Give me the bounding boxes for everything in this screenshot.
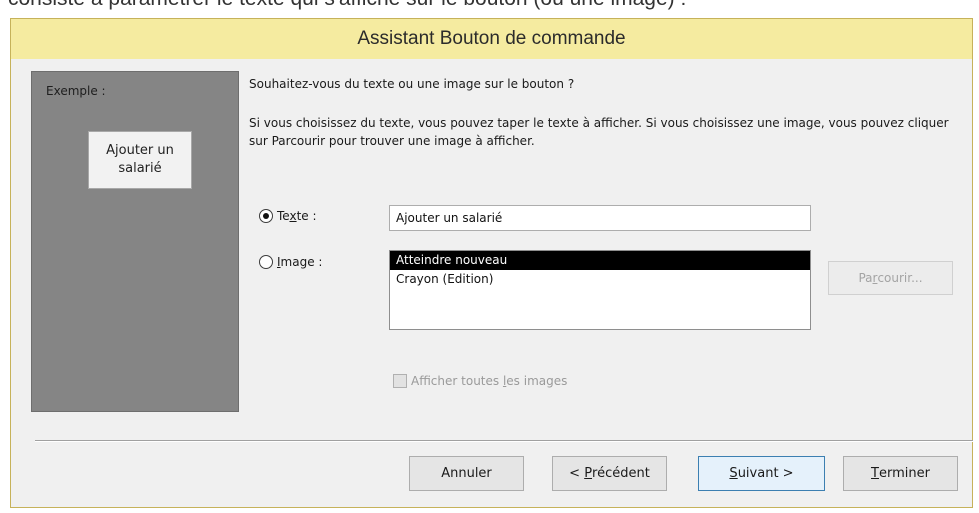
title-bar: Assistant Bouton de commande [11,19,972,59]
explanation-text: Si vous choisissez du texte, vous pouvez… [249,116,949,148]
button-text-input[interactable] [389,205,811,231]
sample-button-preview: Ajouter un salarié [88,131,192,189]
show-all-images-option[interactable]: Afficher toutes les images [393,374,567,388]
text-radio-button[interactable] [259,209,273,223]
image-option-label: Image : [277,255,323,269]
image-list[interactable]: Atteindre nouveau Crayon (Edition) [389,250,811,330]
background-caption-text: consiste à paramétrer le texte qui s'aff… [8,0,686,11]
question-text: Souhaitez-vous du texte ou une image sur… [249,77,575,91]
text-option-label: Texte : [277,209,317,223]
command-button-wizard-window: Assistant Bouton de commande Exemple : A… [10,18,973,508]
previous-button[interactable]: < Précédent [552,456,667,491]
image-list-item[interactable]: Crayon (Edition) [390,270,810,289]
image-radio-button[interactable] [259,255,273,269]
image-option[interactable]: Image : [259,255,322,269]
footer-separator [35,440,973,442]
image-list-item[interactable]: Atteindre nouveau [390,251,810,270]
text-option[interactable]: Texte : [259,209,317,223]
cancel-button[interactable]: Annuler [409,456,524,491]
sample-panel: Exemple : Ajouter un salarié [31,71,239,412]
finish-button[interactable]: Terminer [843,456,958,491]
show-all-images-label: Afficher toutes les images [411,374,568,388]
browse-button[interactable]: Pa r courir... [828,261,953,295]
next-button[interactable]: Suivant > [698,456,825,491]
show-all-images-checkbox[interactable] [393,374,407,388]
window-title: Assistant Bouton de commande [357,28,626,49]
sample-label: Exemple : [46,84,106,98]
